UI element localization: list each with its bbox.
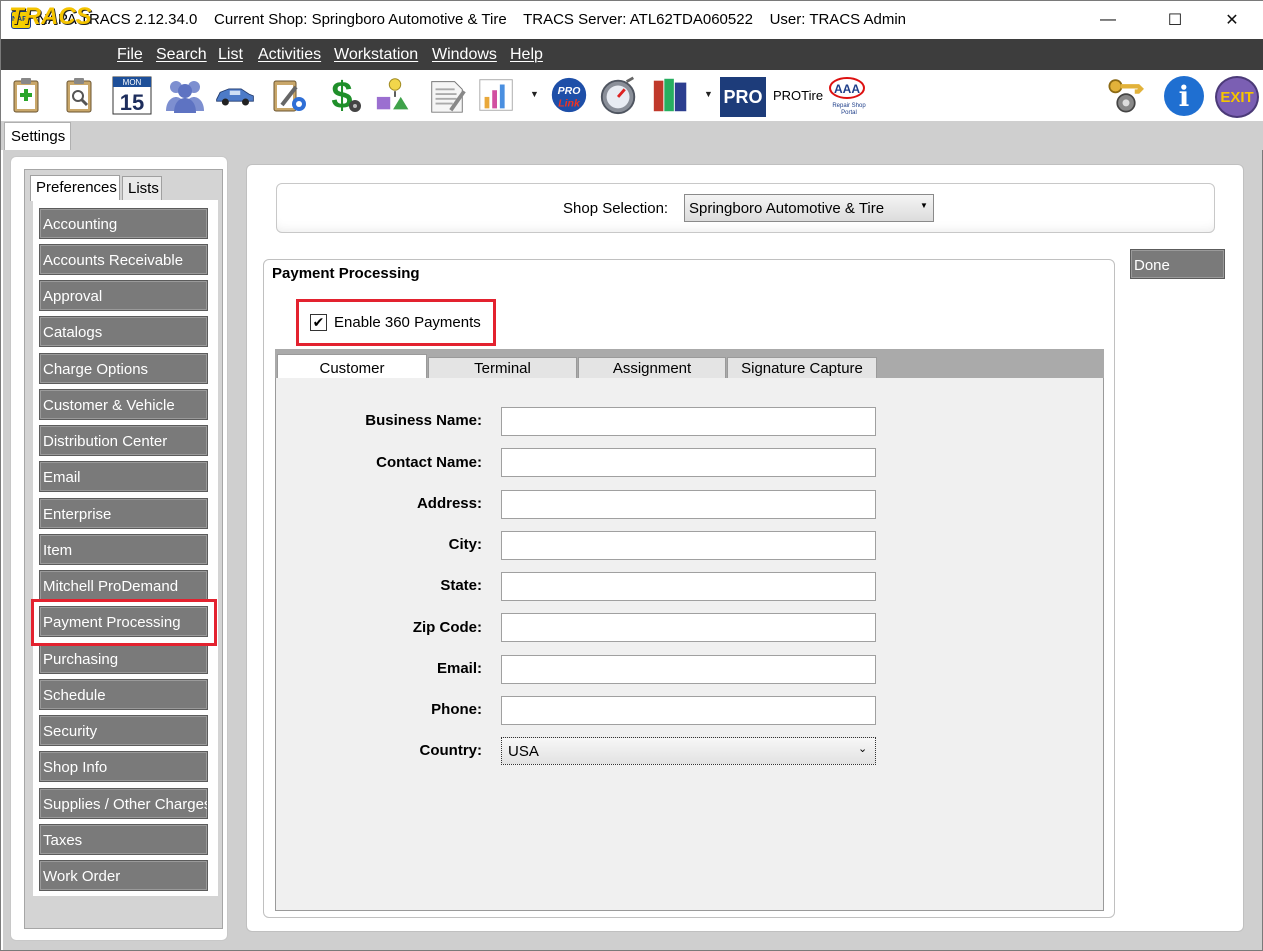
highlight-enable-360-payments (296, 299, 496, 346)
country-dropdown[interactable]: USA (501, 737, 876, 765)
contact-name-label: Contact Name: (376, 454, 482, 471)
phone-label: Phone: (431, 701, 482, 718)
gauge-icon[interactable] (598, 74, 640, 116)
maximize-button[interactable]: ☐ (1152, 1, 1198, 39)
highlight-payment-processing (31, 599, 217, 646)
nav-email[interactable]: Email (39, 461, 208, 492)
minimize-button[interactable]: — (1085, 1, 1131, 39)
calendar-day-label: 15 (120, 90, 144, 115)
done-button[interactable]: Done (1130, 249, 1225, 279)
search-clipboard-icon[interactable] (59, 74, 101, 116)
business-name-field[interactable] (501, 407, 876, 436)
tab-signature-capture[interactable]: Signature Capture (727, 357, 877, 379)
tab-preferences[interactable]: Preferences (30, 175, 120, 201)
prolink-icon[interactable]: PRO Link (548, 74, 590, 116)
menu-list[interactable]: List (218, 46, 243, 64)
aaa-repair-shop-portal-icon[interactable]: AAA Repair Shop Portal (827, 74, 871, 118)
calendar-month-label: MON (123, 78, 142, 87)
tab-assignment[interactable]: Assignment (578, 357, 726, 379)
city-label: City: (448, 536, 482, 553)
nav-shop-info[interactable]: Shop Info (39, 751, 208, 782)
menu-windows[interactable]: Windows (432, 46, 497, 64)
zip-code-field[interactable] (501, 613, 876, 642)
phone-field[interactable] (501, 696, 876, 725)
info-icon[interactable]: i (1164, 76, 1204, 116)
menu-search[interactable]: Search (156, 46, 207, 64)
svg-text:Link: Link (558, 97, 581, 109)
menu-activities[interactable]: Activities (258, 46, 321, 64)
nav-mitchell-prodemand[interactable]: Mitchell ProDemand (39, 570, 208, 601)
chevron-down-icon: ⌄ (858, 743, 868, 755)
books-dropdown-icon[interactable]: ▼ (704, 89, 713, 99)
nav-purchasing[interactable]: Purchasing (39, 643, 208, 674)
tracs-logo: TRACS (9, 3, 92, 30)
reports-dropdown-icon[interactable]: ▼ (530, 89, 539, 99)
address-field[interactable] (501, 490, 876, 519)
svg-text:PRO: PRO (558, 85, 581, 97)
nav-work-order[interactable]: Work Order (39, 860, 208, 891)
city-field[interactable] (501, 531, 876, 560)
customers-icon[interactable] (164, 74, 206, 116)
document-tab-strip (1, 121, 1263, 150)
zip-code-label: Zip Code: (412, 619, 482, 636)
exit-button[interactable]: EXIT (1215, 76, 1259, 118)
business-name-label: Business Name: (365, 412, 482, 429)
address-label: Address: (416, 495, 482, 512)
chevron-down-icon: ▼ (920, 201, 928, 210)
workflow-icon[interactable] (374, 74, 416, 116)
tab-settings[interactable]: Settings (4, 122, 71, 150)
shop-selection-dropdown[interactable]: Springboro Automotive & Tire (684, 194, 934, 222)
tab-lists[interactable]: Lists (122, 176, 162, 200)
calendar-icon[interactable]: MON 15 (111, 74, 153, 116)
tab-customer[interactable]: Customer (277, 354, 427, 380)
new-clipboard-icon[interactable] (6, 74, 48, 116)
tech-tools-icon[interactable] (269, 74, 311, 116)
state-field[interactable] (501, 572, 876, 601)
nav-customer-vehicle[interactable]: Customer & Vehicle (39, 389, 208, 420)
svg-text:Repair Shop: Repair Shop (832, 103, 866, 109)
tab-terminal[interactable]: Terminal (428, 357, 577, 379)
dollar-icon[interactable]: $ (323, 74, 365, 116)
report-icon[interactable] (426, 74, 468, 116)
nav-approval[interactable]: Approval (39, 280, 208, 311)
settings-key-icon[interactable] (1105, 74, 1147, 116)
nav-catalogs[interactable]: Catalogs (39, 316, 208, 347)
nav-schedule[interactable]: Schedule (39, 679, 208, 710)
nav-item[interactable]: Item (39, 534, 208, 565)
shop-selection-label: Shop Selection: (563, 200, 669, 217)
contact-name-field[interactable] (501, 448, 876, 477)
menu-file[interactable]: File (117, 46, 143, 64)
menu-help[interactable]: Help (510, 46, 543, 64)
email-label: Email: (436, 660, 482, 677)
aaa-label: AAA (834, 82, 860, 96)
nav-supplies-other-charges[interactable]: Supplies / Other Charges (39, 788, 208, 819)
nav-security[interactable]: Security (39, 715, 208, 746)
nav-distribution-center[interactable]: Distribution Center (39, 425, 208, 456)
books-icon[interactable] (650, 74, 692, 116)
nav-charge-options[interactable]: Charge Options (39, 353, 208, 384)
state-label: State: (440, 577, 482, 594)
menu-workstation[interactable]: Workstation (334, 46, 418, 64)
protire-button[interactable]: PROTire (773, 88, 823, 103)
nav-enterprise[interactable]: Enterprise (39, 498, 208, 529)
vehicle-icon[interactable] (214, 74, 256, 116)
svg-text:Portal: Portal (841, 110, 857, 116)
nav-accounting[interactable]: Accounting (39, 208, 208, 239)
svg-text:$: $ (331, 75, 352, 116)
charts-icon[interactable] (476, 74, 518, 116)
pro-button[interactable]: PRO (720, 77, 766, 117)
country-label: Country: (419, 742, 483, 759)
close-button[interactable]: ✕ (1209, 1, 1255, 39)
email-field[interactable] (501, 655, 876, 684)
payment-processing-title: Payment Processing (272, 265, 420, 282)
window-title: NAPA TRACS 2.12.34.0 Current Shop: Sprin… (37, 11, 907, 28)
nav-taxes[interactable]: Taxes (39, 824, 208, 855)
nav-accounts-receivable[interactable]: Accounts Receivable (39, 244, 208, 275)
